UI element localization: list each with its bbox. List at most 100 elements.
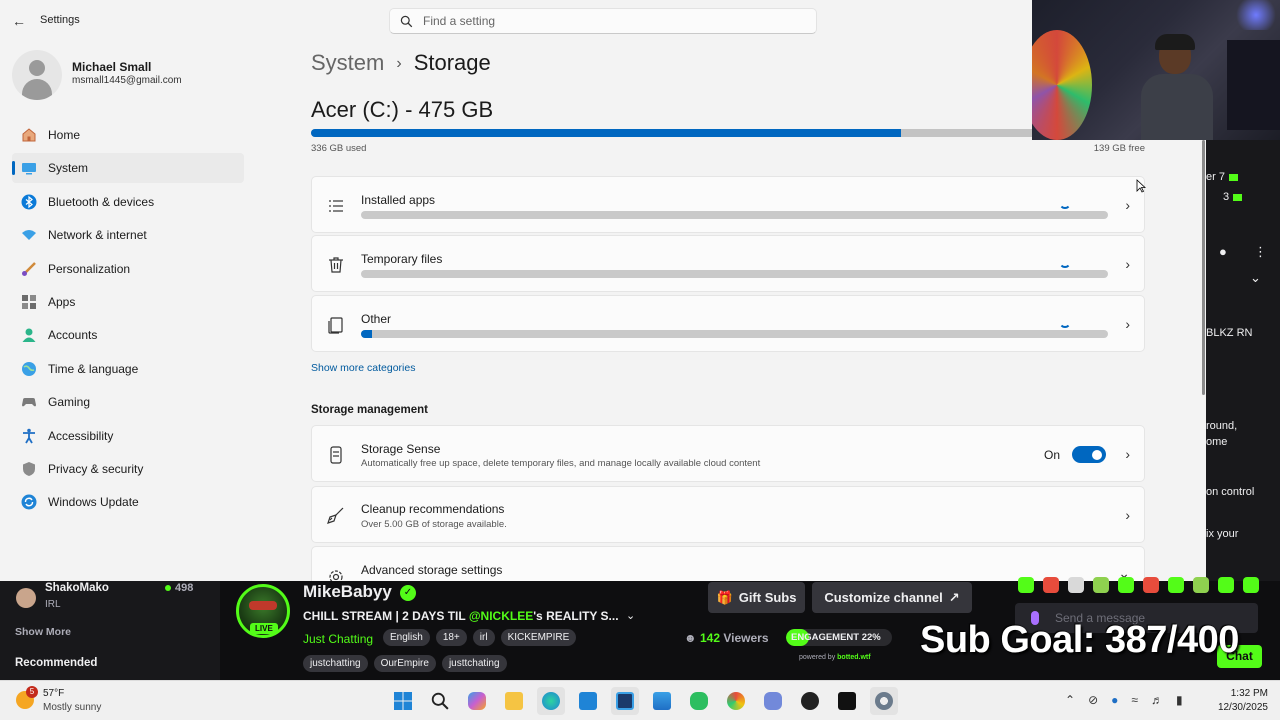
drive-usage-bar — [311, 129, 1145, 137]
copilot-button[interactable] — [463, 687, 491, 715]
gift-subs-button[interactable]: 🎁 Gift Subs — [708, 582, 805, 613]
recommended-heading: Recommended — [15, 657, 98, 669]
search-box[interactable] — [389, 8, 817, 34]
discord-button[interactable] — [759, 687, 787, 715]
taskbar-apps — [389, 687, 898, 715]
battery-icon[interactable]: ▮ — [1176, 693, 1183, 707]
update-icon — [21, 494, 37, 510]
file-explorer-button[interactable] — [500, 687, 528, 715]
sidebar-item-personalization[interactable]: Personalization — [12, 254, 244, 284]
settings-button[interactable] — [870, 687, 898, 715]
emote-icon[interactable] — [1093, 577, 1109, 593]
channel-name[interactable]: ShakoMako — [45, 582, 109, 594]
show-more-categories-link[interactable]: Show more categories — [311, 362, 415, 374]
sidebar-item-privacy[interactable]: Privacy & security — [12, 454, 244, 484]
chevron-down-icon[interactable]: ⌄ — [1250, 270, 1261, 286]
emote-icon[interactable] — [1118, 577, 1134, 593]
loading-spinner — [1059, 197, 1071, 209]
start-button[interactable] — [389, 687, 417, 715]
show-more-button[interactable]: Show More — [15, 626, 71, 638]
user-profile[interactable]: Michael Small msmall1445@gmail.com — [12, 46, 242, 106]
sidebar-item-accounts[interactable]: Accounts — [12, 320, 244, 350]
tag[interactable]: KICKEMPIRE — [500, 629, 577, 646]
app-button[interactable] — [611, 687, 639, 715]
evernote-button[interactable] — [685, 687, 713, 715]
edge-icon — [542, 692, 560, 710]
stream-category[interactable]: Just Chatting — [303, 632, 373, 646]
more-options-icon[interactable]: ⋮ — [1254, 244, 1267, 260]
photos-button[interactable] — [648, 687, 676, 715]
breadcrumb-parent[interactable]: System — [311, 50, 384, 75]
cleanup-title: Cleanup recommendations — [361, 502, 505, 516]
category-other[interactable]: Other › — [311, 295, 1145, 352]
verified-badge-icon: ✓ — [400, 585, 416, 601]
clock[interactable]: 1:32 PM 12/30/2025 — [1212, 687, 1268, 715]
stream-tags-row-2: justchatting OurEmpire justtchating — [303, 655, 507, 672]
customize-channel-button[interactable]: Customize channel ↗ — [812, 582, 972, 613]
webcam-monitor — [1227, 40, 1280, 130]
store-button[interactable] — [574, 687, 602, 715]
chrome-button[interactable] — [722, 687, 750, 715]
sidebar-item-bluetooth[interactable]: Bluetooth & devices — [12, 187, 244, 217]
settings-window: ← Settings Michael Small msmall1445@gmai… — [0, 0, 1206, 581]
chevron-right-icon: › — [1125, 316, 1130, 332]
search-taskbar-button[interactable] — [426, 687, 454, 715]
tag[interactable]: English — [383, 629, 430, 646]
viewers-icon: ☻ — [684, 631, 700, 645]
sidebar-item-gaming[interactable]: Gaming — [12, 387, 244, 417]
chevron-right-icon: › — [1125, 197, 1130, 213]
wifi-icon — [21, 227, 37, 243]
tag[interactable]: justtchating — [441, 655, 507, 672]
sidebar-item-network[interactable]: Network & internet — [12, 220, 244, 250]
cleanup-subtitle: Over 5.00 GB of storage available. — [361, 519, 507, 530]
sidebar-item-label: Time & language — [48, 361, 139, 376]
network-off-icon[interactable]: ⊘ — [1088, 693, 1098, 707]
edge-button[interactable] — [537, 687, 565, 715]
volume-icon[interactable]: ♬ — [1151, 693, 1163, 707]
emote-icon[interactable] — [1143, 577, 1159, 593]
advanced-storage-settings-row[interactable]: Advanced storage settings ⌄ — [311, 546, 1145, 581]
sidebar-item-accessibility[interactable]: Accessibility — [12, 421, 244, 451]
external-link-icon: ↗ — [948, 589, 960, 605]
sidebar-item-windows-update[interactable]: Windows Update — [12, 487, 244, 517]
sidebar-item-apps[interactable]: Apps — [12, 287, 244, 317]
wifi-icon[interactable]: ≈ — [1131, 693, 1138, 707]
stream-title-mention[interactable]: @NICKLEE — [469, 609, 533, 623]
streamer-name[interactable]: MikeBabyy — [303, 582, 392, 602]
tag[interactable]: OurEmpire — [373, 655, 436, 672]
sidebar-item-system[interactable]: System — [12, 153, 244, 184]
emote-icon[interactable] — [1168, 577, 1184, 593]
chevron-up-icon[interactable]: ⌃ — [1065, 693, 1075, 707]
sub-goal-overlay: Sub Goal: 387/400 — [920, 619, 1239, 661]
scrollbar[interactable] — [1202, 140, 1205, 395]
epic-games-button[interactable] — [833, 687, 861, 715]
tag[interactable]: irl — [472, 629, 495, 646]
tag[interactable]: 18+ — [435, 629, 467, 646]
powered-by-label: powered by botted.wtf — [799, 654, 871, 661]
clock-date: 12/30/2025 — [1217, 702, 1268, 713]
emote-icon[interactable] — [1193, 577, 1209, 593]
storage-sense-toggle[interactable] — [1072, 446, 1106, 463]
search-input[interactable] — [423, 14, 803, 28]
emote-icon[interactable] — [1068, 577, 1084, 593]
chevron-right-icon: › — [1125, 256, 1130, 272]
emote-icon[interactable] — [1243, 577, 1259, 593]
tag[interactable]: justchatting — [303, 655, 368, 672]
chevron-down-icon[interactable]: ⌄ — [626, 609, 635, 622]
emote-icon[interactable] — [1018, 577, 1034, 593]
channel-avatar[interactable] — [16, 588, 36, 608]
category-installed-apps[interactable]: Installed apps › — [311, 176, 1145, 233]
emote-icon[interactable] — [1218, 577, 1234, 593]
obs-button[interactable] — [796, 687, 824, 715]
emote-icon[interactable] — [1043, 577, 1059, 593]
category-temporary-files[interactable]: Temporary files › — [311, 235, 1145, 292]
back-button[interactable]: ← — [10, 12, 28, 30]
gift-icon: 🎁 — [716, 589, 733, 605]
microphone-icon[interactable]: ● — [1111, 693, 1118, 707]
photos-icon — [653, 692, 671, 710]
storage-sense-row[interactable]: Storage Sense Automatically free up spac… — [311, 425, 1145, 482]
sidebar-item-time-language[interactable]: Time & language — [12, 354, 244, 384]
sidebar-item-home[interactable]: Home — [12, 120, 244, 150]
pin-icon[interactable]: ● — [1219, 244, 1227, 259]
cleanup-recommendations-row[interactable]: Cleanup recommendations Over 5.00 GB of … — [311, 486, 1145, 543]
